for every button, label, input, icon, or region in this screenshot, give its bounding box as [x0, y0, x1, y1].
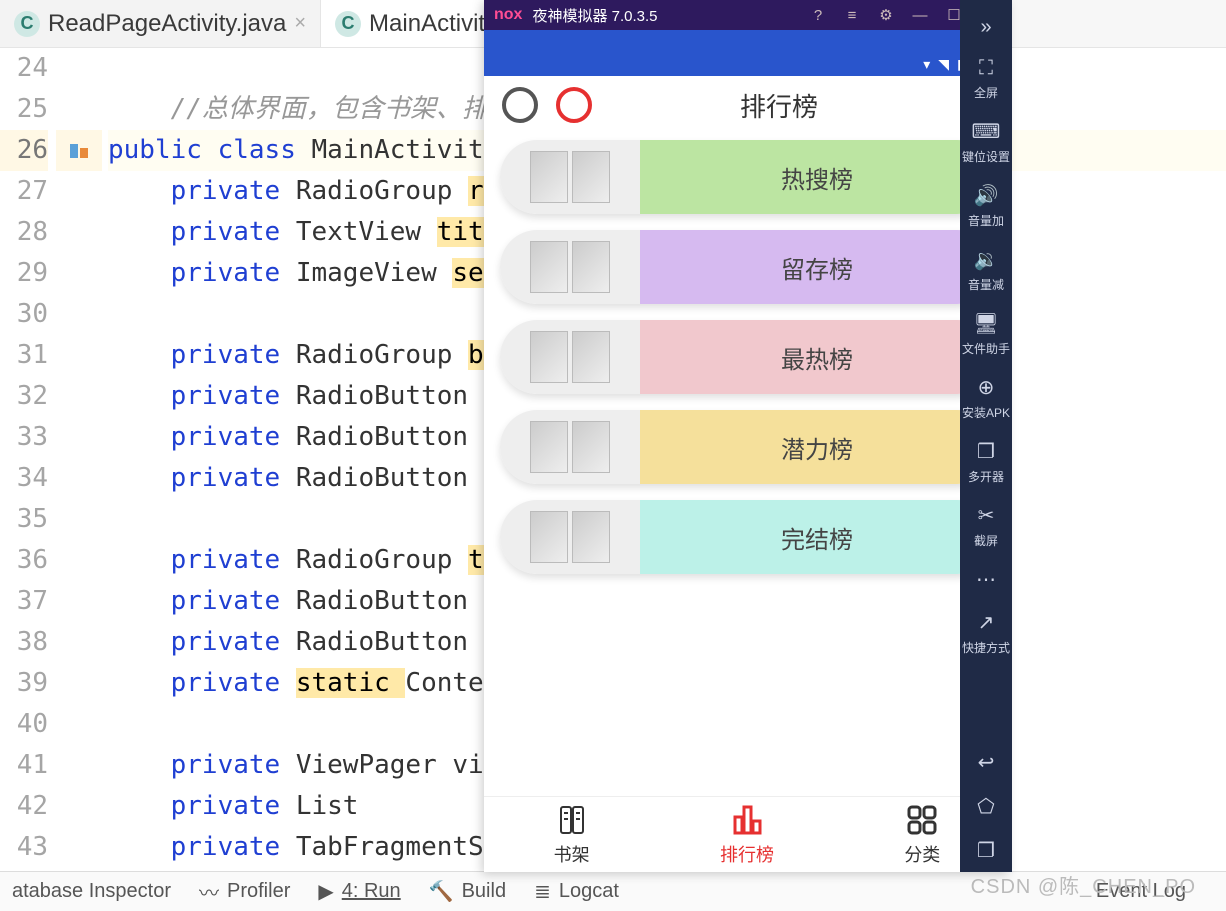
side-button[interactable]: ⌨ 键位设置 [962, 109, 1010, 173]
nav-icon [730, 803, 764, 837]
rank-list: 热搜榜留存榜最热榜潜力榜完结榜 [484, 134, 1010, 596]
side-button[interactable]: 🔉 音量减 [962, 237, 1010, 301]
side-label: 音量减 [968, 276, 1004, 293]
editor-tab[interactable]: C ReadPageActivity.java × [0, 0, 321, 47]
file-type-icon: C [14, 11, 40, 37]
side-label: 全屏 [974, 84, 998, 101]
rank-item[interactable]: 完结榜 [500, 500, 994, 574]
android-recents-button[interactable]: ❐ [960, 828, 1012, 872]
nav-label: 排行榜 [720, 841, 774, 867]
tool-logcat[interactable]: ≣Logcat [534, 879, 619, 904]
side-icon: ✂ [978, 503, 995, 528]
side-button[interactable]: ⛶ 全屏 [962, 47, 1010, 109]
rank-item[interactable]: 最热榜 [500, 320, 994, 394]
side-icon: ⌨ [972, 119, 1001, 144]
tool-db-inspector[interactable]: atabase Inspector [12, 880, 171, 903]
side-button[interactable]: ✂ 截屏 [962, 493, 1010, 557]
tool-run[interactable]: ▶4: Run [318, 879, 400, 904]
file-type-icon: C [335, 11, 361, 37]
emulator-titlebar[interactable]: nox 夜神模拟器 7.0.3.5 ? ≡ ⚙ — ☐ ✕ [484, 0, 1010, 30]
nav-item[interactable]: 排行榜 [659, 797, 834, 872]
rank-item[interactable]: 潜力榜 [500, 410, 994, 484]
side-label: 多开器 [968, 468, 1004, 485]
signal-icon: ◥ [938, 56, 949, 73]
nav-icon [555, 803, 589, 837]
emulator-window: nox 夜神模拟器 7.0.3.5 ? ≡ ⚙ — ☐ ✕ ▾ ◥ ▮ 5:06… [484, 0, 1010, 872]
close-icon[interactable]: × [294, 12, 306, 35]
side-button[interactable]: 🔊 音量加 [962, 173, 1010, 237]
android-status-bar: ▾ ◥ ▮ 5:06 [484, 52, 1010, 76]
rank-thumb [500, 320, 640, 394]
nav-label: 书架 [554, 841, 590, 867]
settings-icon[interactable]: ⚙ [874, 6, 898, 24]
tool-profiler[interactable]: 〰Profiler [199, 877, 290, 906]
rank-label: 留存榜 [640, 230, 994, 304]
side-label: 快捷方式 [962, 639, 1010, 656]
tool-build[interactable]: 🔨Build [429, 879, 506, 904]
female-icon[interactable] [556, 87, 592, 123]
menu-icon[interactable]: ≡ [840, 7, 864, 24]
minimize-icon[interactable]: — [908, 7, 932, 24]
rank-thumb [500, 500, 640, 574]
nox-logo: nox [494, 6, 522, 24]
side-icon: 🖥 [973, 311, 998, 336]
side-label: 截屏 [974, 532, 998, 549]
rank-label: 热搜榜 [640, 140, 994, 214]
side-icon: ⛶ [979, 57, 993, 80]
tab-label: ReadPageActivity.java [48, 10, 286, 38]
side-button[interactable]: ↗ 快捷方式 [962, 600, 1010, 664]
wifi-icon: ▾ [923, 56, 930, 73]
nav-label: 分类 [904, 841, 940, 867]
emulator-title: 夜神模拟器 7.0.3.5 [532, 5, 657, 26]
rank-label: 完结榜 [640, 500, 994, 574]
rank-thumb [500, 230, 640, 304]
nav-item[interactable]: 书架 [484, 797, 659, 872]
side-icon: ❐ [977, 439, 995, 464]
watermark: CSDN @陈_CHEN_PO [971, 870, 1196, 899]
help-icon[interactable]: ? [806, 7, 830, 24]
side-label: 文件助手 [962, 340, 1010, 357]
side-label: 键位设置 [962, 148, 1010, 165]
side-label: 安装APK [962, 404, 1010, 421]
collapse-icon[interactable]: » [960, 6, 1012, 47]
icon-gutter [56, 48, 102, 871]
side-icon: 🔉 [974, 247, 999, 272]
app-title: 排行榜 [610, 87, 948, 124]
side-icon: ↗ [978, 610, 995, 635]
rank-thumb [500, 410, 640, 484]
side-icon: ⋯ [976, 567, 996, 592]
side-button[interactable]: ⊕ 安装APK [962, 365, 1010, 429]
rank-item[interactable]: 热搜榜 [500, 140, 994, 214]
side-icon: 🔊 [974, 183, 999, 208]
line-gutter: 2425262728293031323334353637383940414243 [0, 48, 56, 871]
side-button[interactable]: 🖥 文件助手 [962, 301, 1010, 365]
bottom-nav: 书架 排行榜 分类 [484, 796, 1010, 872]
rank-thumb [500, 140, 640, 214]
emulator-menubar [484, 30, 1010, 52]
phone-screen: 排行榜 热搜榜留存榜最热榜潜力榜完结榜 书架排行榜分类 [484, 76, 1010, 872]
nav-icon [905, 803, 939, 837]
rank-label: 潜力榜 [640, 410, 994, 484]
emulator-sidepanel: » ⛶ 全屏 ⌨ 键位设置 🔊 音量加 🔉 音量减 🖥 文件助手 ⊕ 安装APK ❐ 多开器 ✂ 截屏 ⋯ ↗ 快捷… [960, 0, 1012, 872]
side-button[interactable]: ⋯ [962, 557, 1010, 600]
android-back-button[interactable]: ↩ [960, 740, 1012, 784]
app-header: 排行榜 [484, 76, 1010, 134]
side-icon: ⊕ [978, 375, 995, 400]
android-home-button[interactable]: ⬠ [960, 784, 1012, 828]
rank-item[interactable]: 留存榜 [500, 230, 994, 304]
rank-label: 最热榜 [640, 320, 994, 394]
male-icon[interactable] [502, 87, 538, 123]
side-button[interactable]: ❐ 多开器 [962, 429, 1010, 493]
side-label: 音量加 [968, 212, 1004, 229]
